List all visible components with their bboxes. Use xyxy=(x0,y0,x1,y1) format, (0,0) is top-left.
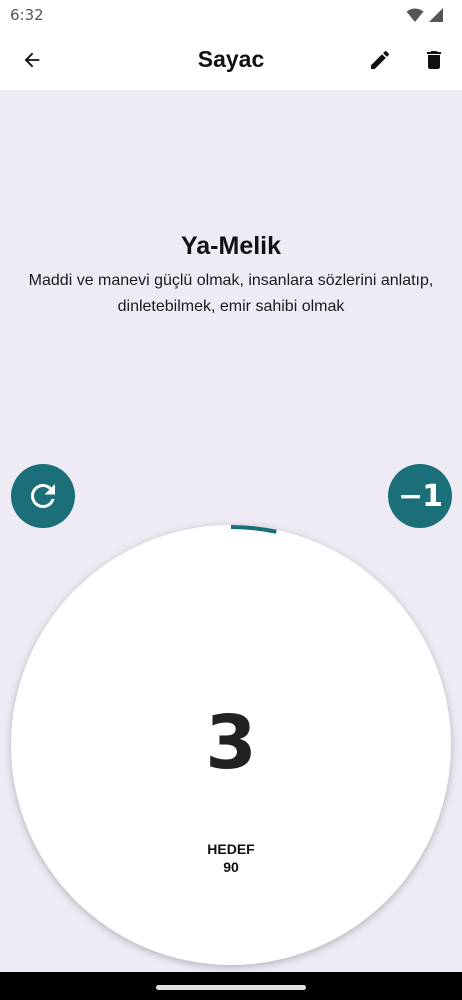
status-time: 6:32 xyxy=(10,6,44,24)
counter-tap-area[interactable]: 3 HEDEF 90 xyxy=(11,525,451,965)
decrement-button[interactable]: −1 xyxy=(388,464,452,528)
back-arrow-icon xyxy=(24,52,40,68)
dhikr-title: Ya-Melik xyxy=(180,232,282,260)
target-label: HEDEF xyxy=(207,841,255,857)
pencil-icon xyxy=(371,50,390,69)
reset-button[interactable] xyxy=(11,464,75,528)
signal-icon xyxy=(429,8,443,22)
dhikr-description: Maddi ve manevi güçlü olmak, insanlara s… xyxy=(28,272,434,315)
target-value: 90 xyxy=(223,859,239,875)
progress-arc xyxy=(230,525,277,534)
navigation-bar xyxy=(0,972,462,1000)
edit-button[interactable] xyxy=(360,40,400,80)
count-value: 3 xyxy=(205,700,257,786)
home-handle[interactable] xyxy=(156,985,306,990)
trash-icon xyxy=(427,51,441,69)
wifi-icon xyxy=(406,8,424,22)
refresh-icon xyxy=(31,484,55,508)
delete-button[interactable] xyxy=(414,40,454,80)
app-bar: Sayac xyxy=(0,30,462,90)
status-icons xyxy=(406,7,444,23)
decrement-label: −1 xyxy=(397,478,443,514)
status-bar: 6:32 xyxy=(0,0,462,30)
back-button[interactable] xyxy=(12,40,52,80)
